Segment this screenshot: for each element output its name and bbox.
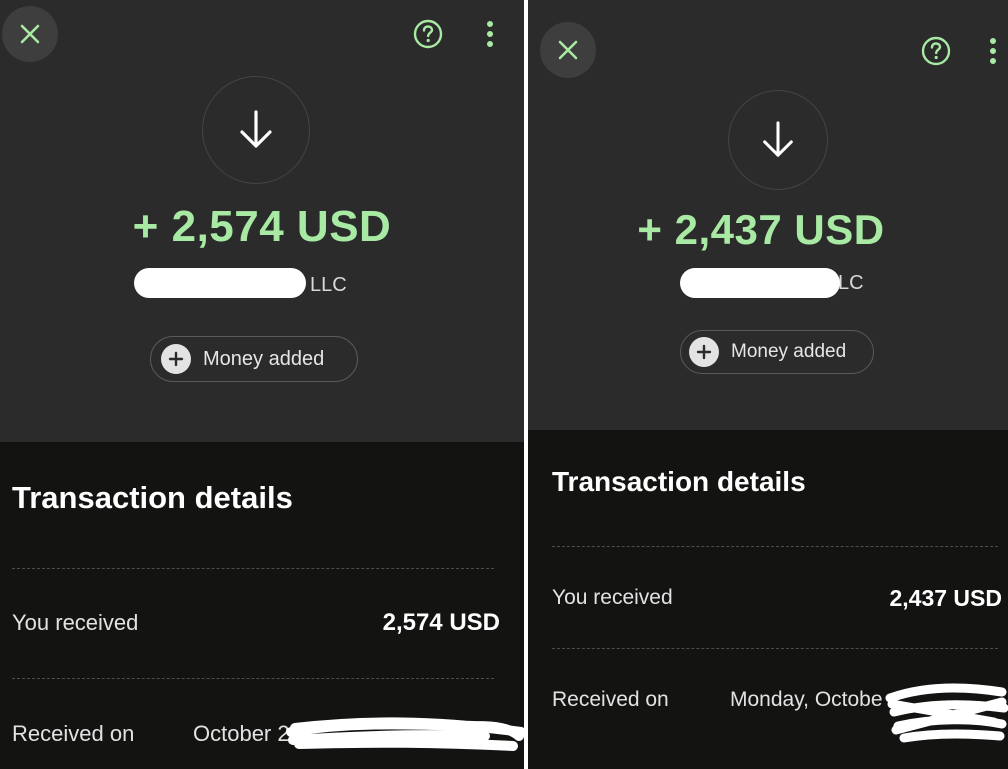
transaction-amount: + 2,437 USD [637, 206, 885, 253]
divider [12, 568, 494, 569]
category-chip[interactable]: Money added [680, 330, 874, 374]
arrow-down-icon [763, 121, 793, 157]
plus-icon [161, 344, 191, 374]
arrow-down-icon [240, 110, 272, 148]
details-heading: Transaction details [552, 466, 806, 497]
merchant-redaction [680, 268, 840, 298]
category-chip[interactable]: Money added [150, 336, 358, 382]
close-button[interactable] [540, 22, 596, 78]
date-redaction [286, 717, 524, 751]
plus-icon [689, 337, 719, 367]
received-label: You received [552, 586, 673, 609]
more-options-button[interactable] [982, 33, 1004, 69]
transaction-header: + 2,574 USD LLC Money added [0, 0, 524, 442]
help-circle-icon [413, 19, 443, 49]
received-on-label: Received on [12, 721, 135, 746]
transaction-amount: + 2,574 USD [132, 202, 392, 251]
help-button[interactable] [918, 33, 954, 69]
more-options-button[interactable] [478, 16, 502, 52]
category-label: Money added [731, 341, 847, 362]
help-button[interactable] [410, 16, 446, 52]
divider [552, 648, 998, 649]
merchant-redaction [134, 268, 306, 298]
transaction-screen-left: + 2,574 USD LLC Money added Transaction … [0, 0, 524, 769]
merchant-suffix: LLC [310, 274, 347, 296]
received-value: 2,437 USD [889, 585, 1002, 611]
incoming-indicator [202, 76, 310, 184]
help-circle-icon [921, 36, 951, 66]
merchant-suffix: LC [838, 272, 864, 294]
received-on-label: Received on [552, 688, 669, 711]
more-vertical-icon [990, 38, 996, 64]
more-vertical-icon [487, 21, 493, 47]
close-icon [558, 40, 578, 60]
received-value: 2,574 USD [382, 609, 500, 636]
transaction-header: + 2,437 USD LC Money added [528, 0, 1008, 430]
category-label: Money added [203, 347, 325, 370]
received-on-value: Monday, Octobe [730, 688, 883, 711]
close-button[interactable] [2, 6, 58, 62]
close-icon [20, 24, 40, 44]
incoming-indicator [728, 90, 828, 190]
received-label: You received [12, 610, 139, 635]
details-heading: Transaction details [12, 480, 293, 515]
date-redaction [885, 683, 1008, 743]
divider [552, 546, 998, 547]
divider [12, 678, 494, 679]
transaction-screen-right: + 2,437 USD LC Money added Transaction d… [528, 0, 1008, 769]
